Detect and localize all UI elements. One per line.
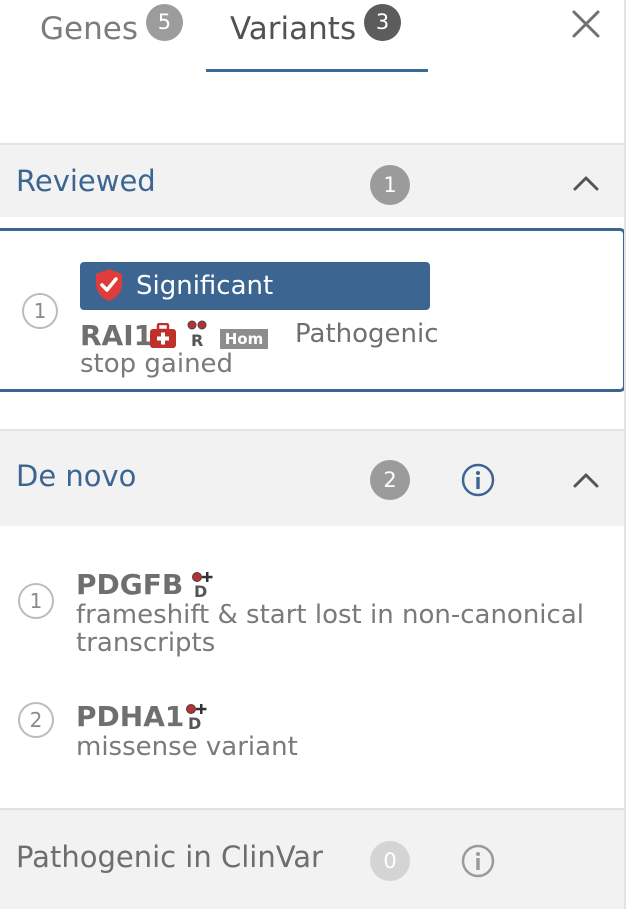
medical-kit-icon: [150, 323, 176, 348]
tab-variants-label: Variants: [230, 10, 357, 47]
gene-name: PDHA1: [76, 700, 185, 733]
reviewed-section-header[interactable]: Reviewed 1: [0, 143, 624, 217]
chevron-up-icon: [573, 176, 599, 191]
inheritance-letter: R: [191, 331, 204, 350]
close-icon: [572, 10, 600, 38]
reviewed-variant-card[interactable]: 1 Significant RAI1 R Hom Pathogenic stop…: [0, 228, 624, 392]
de-novo-section-header[interactable]: De novo 2: [0, 429, 624, 526]
variants-panel: Genes 5 Variants 3 Reviewed 1 1 Signific…: [0, 0, 626, 909]
close-button[interactable]: [566, 6, 606, 46]
de-novo-section-count: 2: [370, 460, 410, 500]
de-novo-info-button[interactable]: [460, 462, 496, 498]
clinvar-section-title: Pathogenic in ClinVar: [16, 840, 323, 874]
inheritance-letter: D: [188, 714, 202, 733]
chevron-up-icon: [573, 473, 599, 488]
clinvar-section-header[interactable]: Pathogenic in ClinVar 0: [0, 808, 624, 909]
tab-variants-count: 3: [364, 4, 402, 41]
list-item-index: 2: [18, 702, 54, 738]
list-item[interactable]: 2 PDHA1 D missense variant: [0, 698, 620, 770]
tab-genes-count: 5: [145, 4, 183, 41]
de-novo-section-title: De novo: [16, 459, 137, 493]
info-icon: [461, 463, 495, 497]
gene-name: PDGFB: [76, 568, 184, 601]
collapse-de-novo-button[interactable]: [571, 469, 601, 491]
tab-genes[interactable]: Genes 5: [40, 4, 183, 47]
tab-bar: Genes 5 Variants 3: [0, 0, 624, 74]
gene-name: RAI1: [80, 319, 154, 352]
list-item-index: 1: [22, 293, 58, 329]
tab-variants[interactable]: Variants 3: [230, 4, 402, 47]
collapse-reviewed-button[interactable]: [571, 172, 601, 194]
shield-icon: [96, 269, 122, 301]
variant-consequence: missense variant: [76, 732, 298, 762]
significant-badge-label: Significant: [136, 271, 274, 301]
reviewed-section-count: 1: [370, 165, 410, 205]
classification-label: Pathogenic: [295, 319, 439, 349]
variant-consequence-continued: transcripts: [76, 628, 216, 658]
variant-consequence: stop gained: [80, 349, 234, 379]
info-icon: [461, 844, 495, 878]
zygosity-badge: Hom: [220, 329, 268, 349]
tab-genes-label: Genes: [40, 10, 138, 47]
list-item[interactable]: 1 PDGFB D frameshift & start lost in non…: [0, 566, 620, 666]
inheritance-letter: D: [194, 582, 208, 601]
clinvar-section-count: 0: [370, 841, 410, 881]
list-item-index: 1: [18, 583, 54, 619]
active-tab-indicator: [206, 69, 428, 72]
de-novo-list: 1 PDGFB D frameshift & start lost in non…: [0, 526, 624, 808]
significant-badge: Significant: [80, 262, 430, 310]
variant-consequence: frameshift & start lost in non-canonical: [76, 600, 584, 630]
reviewed-section-title: Reviewed: [16, 164, 156, 198]
clinvar-info-button[interactable]: [460, 843, 496, 879]
